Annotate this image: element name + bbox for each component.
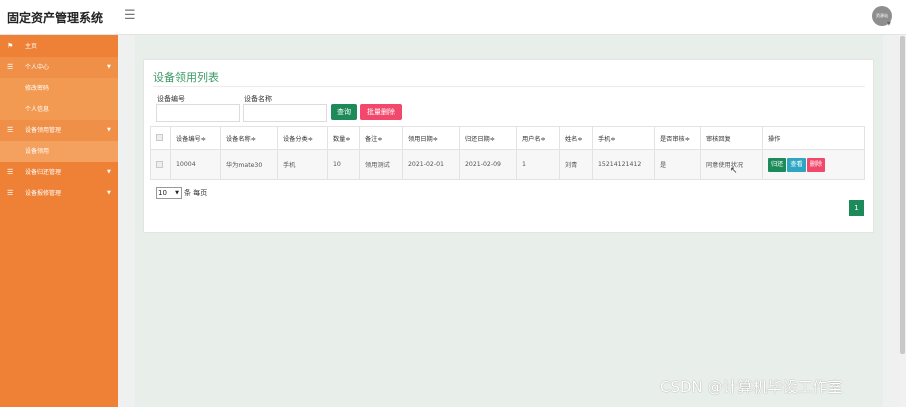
column-header[interactable]: 用户名≑: [516, 126, 560, 150]
query-button[interactable]: 查询: [331, 104, 357, 120]
sidebar-item-label: 设备领用管理: [25, 127, 62, 134]
delete-button[interactable]: 删除: [806, 157, 826, 172]
sidebar-item-borrow-management[interactable]: ☰ 设备领用管理 ▼: [0, 120, 118, 141]
chevron-down-icon: ▼: [175, 190, 179, 196]
chevron-down-icon: ▼: [107, 127, 111, 133]
cell-category: 手机: [277, 149, 328, 180]
sidebar-item-repair-management[interactable]: ☰ 设备报修管理 ▼: [0, 183, 118, 204]
column-header[interactable]: 备注≑: [359, 126, 403, 150]
column-header: 操作: [762, 126, 865, 150]
select-all-header: [150, 126, 171, 150]
sidebar-item-change-password[interactable]: 修改密码: [0, 78, 118, 99]
sidebar-item-label: 设备报修管理: [25, 190, 62, 197]
cell-borrow-date: 2021-02-01: [402, 149, 460, 180]
device-name-label: 设备名称: [244, 95, 272, 103]
column-header[interactable]: 数量≑: [327, 126, 360, 150]
column-header[interactable]: 设备分类≑: [277, 126, 328, 150]
select-all-checkbox[interactable]: [156, 134, 163, 142]
flag-icon: ⚑: [7, 42, 14, 50]
page-size-value: 10: [158, 189, 167, 197]
scrollbar-thumb[interactable]: [900, 36, 905, 354]
mouse-cursor-icon: ↖: [730, 166, 738, 176]
sidebar-item-device-borrow[interactable]: 设备领用: [0, 141, 118, 162]
cell-audited: 是: [654, 149, 701, 180]
cell-actions: 归还 查看 删除: [762, 149, 865, 180]
sidebar-item-label: 设备归还管理: [25, 169, 62, 176]
cell-phone: 15214121412: [592, 149, 655, 180]
per-page-label: 条 每页: [184, 189, 208, 197]
column-header[interactable]: 归还日期≑: [459, 126, 517, 150]
device-no-input[interactable]: [156, 104, 240, 122]
table-row: 10004 华为mate30 手机 10 领用测试 2021-02-01 202…: [150, 149, 865, 180]
cell-device-name: 华为mate30: [220, 149, 278, 180]
chevron-down-icon[interactable]: ▼: [887, 21, 891, 27]
page-button-1[interactable]: 1: [849, 200, 864, 216]
app-title: 固定资产管理系统: [7, 11, 104, 25]
cell-quantity: 10: [327, 149, 360, 180]
divider: [153, 86, 865, 87]
return-button[interactable]: 归还: [768, 157, 787, 172]
sidebar-item-label: 主页: [25, 43, 38, 50]
device-name-input[interactable]: [243, 104, 327, 122]
table-header-row: 设备编号≑ 设备名称≑ 设备分类≑ 数量≑ 备注≑ 领用日期≑ 归还日期≑ 用户…: [150, 126, 865, 150]
row-select-cell: [150, 149, 171, 180]
borrow-table: 设备编号≑ 设备名称≑ 设备分类≑ 数量≑ 备注≑ 领用日期≑ 归还日期≑ 用户…: [150, 126, 865, 180]
batch-delete-button[interactable]: 批量删除: [360, 104, 402, 120]
sidebar-item-home[interactable]: ⚑ 主页: [0, 36, 118, 57]
menu-icon[interactable]: ☰: [124, 8, 136, 23]
column-header[interactable]: 设备编号≑: [170, 126, 221, 150]
cell-remark: 领用测试: [359, 149, 403, 180]
cell-return-date: 2021-02-09: [459, 149, 517, 180]
device-no-label: 设备编号: [157, 95, 185, 103]
view-button[interactable]: 查看: [787, 157, 806, 172]
column-header[interactable]: 是否审核≑: [654, 126, 701, 150]
page-title: 设备领用列表: [153, 71, 219, 84]
cell-username: 1: [516, 149, 560, 180]
column-header[interactable]: 设备名称≑: [220, 126, 278, 150]
sidebar-item-return-management[interactable]: ☰ 设备归还管理 ▼: [0, 162, 118, 183]
cell-device-no: 10004: [170, 149, 221, 180]
column-header[interactable]: 领用日期≑: [402, 126, 460, 150]
row-checkbox[interactable]: [156, 160, 163, 168]
column-header[interactable]: 姓名≑: [559, 126, 593, 150]
sidebar-item-label: 个人中心: [25, 64, 50, 71]
menu-icon: ☰: [7, 63, 14, 71]
chevron-down-icon: ▼: [107, 64, 111, 70]
menu-icon: ☰: [7, 168, 14, 176]
chevron-down-icon: ▼: [107, 169, 111, 175]
sidebar: ⚑ 主页 ☰ 个人中心 ▼ 修改密码 个人信息 ☰ 设备领用管理 ▼ 设备领用 …: [0, 35, 118, 407]
menu-icon: ☰: [7, 189, 14, 197]
page-size-select[interactable]: 10 ▼: [156, 187, 182, 199]
watermark: CSDN @计算机毕设工作室: [660, 378, 843, 396]
top-bar: 固定资产管理系统 ☰ 资源站 ▼: [0, 0, 906, 35]
column-header: 审核回复: [700, 126, 763, 150]
column-header[interactable]: 手机≑: [592, 126, 655, 150]
cell-name: 刘青: [559, 149, 593, 180]
menu-icon: ☰: [7, 126, 14, 134]
sidebar-item-personal-center[interactable]: ☰ 个人中心 ▼: [0, 57, 118, 78]
chevron-down-icon: ▼: [107, 190, 111, 196]
avatar-text: 资源站: [876, 13, 888, 18]
sidebar-item-personal-info[interactable]: 个人信息: [0, 99, 118, 120]
